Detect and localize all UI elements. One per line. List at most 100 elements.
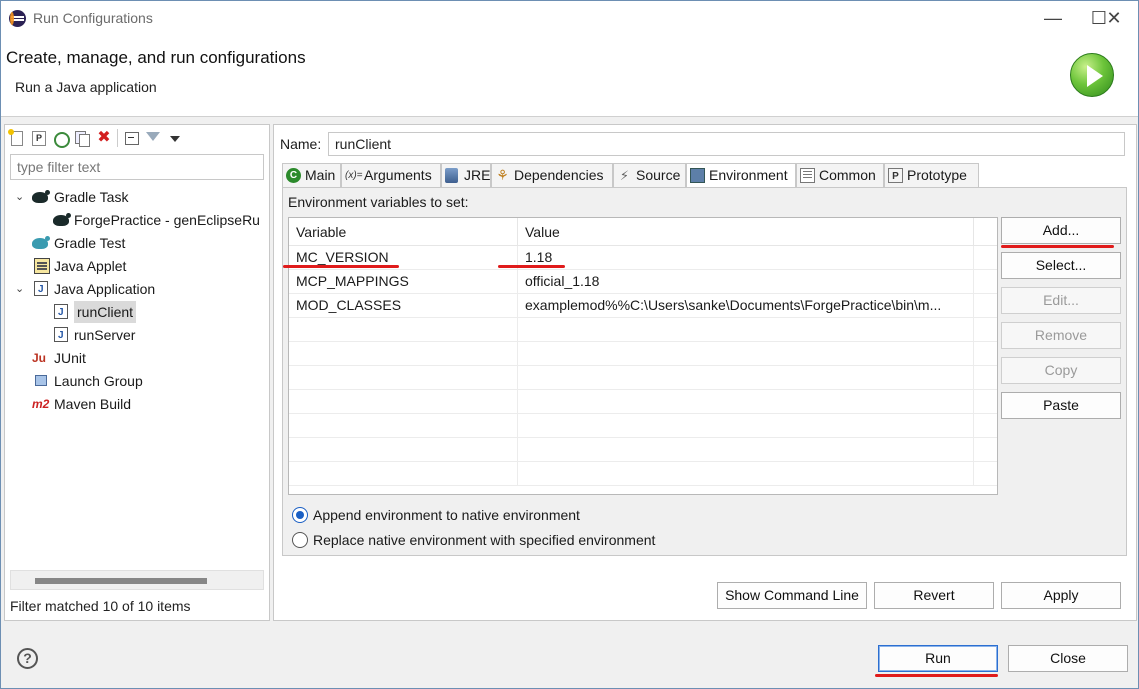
- tab-common[interactable]: Common: [796, 163, 884, 187]
- column-header-value[interactable]: Value: [518, 218, 974, 246]
- cell-filler: [974, 246, 997, 270]
- tree-item-label: JUnit: [54, 350, 86, 366]
- configuration-toolbar: ✖: [7, 127, 184, 149]
- tree-item-label: Launch Group: [54, 373, 143, 389]
- tree-item-label: runServer: [74, 327, 136, 343]
- maven-icon: m2: [32, 397, 50, 411]
- filter-icon[interactable]: [144, 129, 162, 147]
- dialog-subheading: Run a Java application: [15, 79, 157, 95]
- tab-prototype[interactable]: P Prototype: [884, 163, 979, 187]
- radio-indicator[interactable]: [292, 532, 308, 548]
- revert-button[interactable]: Revert: [874, 582, 994, 609]
- tab-environment[interactable]: Environment: [686, 163, 796, 188]
- tab-source[interactable]: ⚡ Source: [613, 163, 686, 187]
- collapse-all-icon[interactable]: [122, 129, 140, 147]
- tree-item-label: Java Applet: [54, 258, 127, 274]
- column-header-variable[interactable]: Variable: [289, 218, 518, 246]
- table-row[interactable]: MOD_CLASSES examplemod%%C:\Users\sanke\D…: [289, 294, 997, 318]
- tab-label: Prototype: [907, 167, 967, 183]
- tree-item-label: Java Application: [54, 281, 156, 297]
- delete-configuration-icon[interactable]: ✖: [95, 129, 113, 147]
- radio-label: Replace native environment with specifie…: [313, 532, 656, 548]
- radio-selected-indicator[interactable]: [292, 507, 308, 523]
- configuration-list-panel: ✖ ⌄ Gradle Task ForgePractice - genEclip…: [4, 124, 270, 621]
- environment-variables-label: Environment variables to set:: [288, 194, 469, 210]
- export-configuration-icon[interactable]: [51, 129, 70, 148]
- new-configuration-icon[interactable]: [7, 129, 25, 147]
- java-app-icon: [54, 302, 68, 324]
- empty-table-row: [289, 462, 997, 486]
- show-command-line-button[interactable]: Show Command Line: [717, 582, 867, 609]
- minimize-button[interactable]: —: [1030, 1, 1076, 36]
- java-app-icon: [54, 325, 68, 347]
- applet-icon: [34, 258, 50, 274]
- edit-button[interactable]: Edit...: [1001, 287, 1121, 314]
- close-button[interactable]: Close: [1008, 645, 1128, 672]
- empty-table-row: [289, 414, 997, 438]
- copy-button[interactable]: Copy: [1001, 357, 1121, 384]
- cell-value: official_1.18: [518, 270, 974, 294]
- select-button[interactable]: Select...: [1001, 252, 1121, 279]
- close-window-button[interactable]: ✕: [1091, 1, 1137, 36]
- run-button[interactable]: Run: [878, 645, 998, 672]
- empty-table-row: [289, 390, 997, 414]
- annotation-underline-variable: [283, 265, 399, 268]
- cell-value: examplemod%%C:\Users\sanke\Documents\For…: [518, 294, 974, 318]
- tab-label: Common: [819, 167, 876, 183]
- tab-label: Arguments: [364, 167, 432, 183]
- tab-dependencies[interactable]: ⚘ Dependencies: [491, 163, 613, 187]
- tab-arguments[interactable]: (x)= Arguments: [341, 163, 441, 187]
- java-app-icon: [34, 279, 48, 301]
- main-icon: C: [286, 168, 301, 183]
- add-button[interactable]: Add...: [1001, 217, 1121, 244]
- arguments-icon: (x)=: [345, 170, 363, 181]
- environment-icon: [690, 168, 705, 183]
- empty-table-row: [289, 342, 997, 366]
- launch-group-icon: [35, 375, 47, 386]
- annotation-underline-run: [875, 674, 998, 677]
- dialog-banner: Create, manage, and run configurations R…: [1, 36, 1138, 117]
- name-label: Name:: [280, 136, 322, 152]
- expand-chevron-icon[interactable]: ⌄: [15, 186, 27, 208]
- source-icon: ⚡: [619, 168, 630, 183]
- empty-table-row: [289, 366, 997, 390]
- paste-button[interactable]: Paste: [1001, 392, 1121, 419]
- empty-table-row: [289, 438, 997, 462]
- configuration-editor-panel: Name: C Main (x)= Arguments JRE ⚘ Depend…: [273, 124, 1137, 621]
- tree-item-label: runClient: [74, 301, 137, 323]
- tree-item-label: Maven Build: [54, 396, 132, 412]
- eclipse-logo-icon: [9, 10, 26, 27]
- tab-bar: C Main (x)= Arguments JRE ⚘ Dependencies…: [282, 163, 1127, 188]
- remove-button[interactable]: Remove: [1001, 322, 1121, 349]
- gradle-icon: [53, 213, 71, 226]
- filter-input[interactable]: [10, 154, 264, 180]
- horizontal-scrollbar[interactable]: [10, 570, 264, 590]
- name-field[interactable]: [328, 132, 1125, 156]
- annotation-underline-add: [1001, 245, 1114, 248]
- duplicate-configuration-icon[interactable]: [73, 129, 91, 147]
- new-prototype-icon[interactable]: [29, 129, 47, 147]
- cell-variable: MOD_CLASSES: [289, 294, 518, 318]
- environment-tab-panel: Environment variables to set: Variable V…: [282, 187, 1127, 556]
- common-icon: [800, 168, 815, 183]
- tab-jre[interactable]: JRE: [441, 163, 491, 187]
- gradle-icon: [32, 236, 50, 249]
- gradle-icon: [32, 190, 50, 203]
- run-icon: [1070, 53, 1114, 97]
- table-row[interactable]: MCP_MAPPINGS official_1.18: [289, 270, 997, 294]
- scrollbar-thumb[interactable]: [35, 578, 207, 584]
- help-icon[interactable]: ?: [17, 648, 38, 669]
- expand-chevron-icon[interactable]: ⌄: [15, 278, 27, 300]
- apply-button[interactable]: Apply: [1001, 582, 1121, 609]
- run-configurations-window: Run Configurations — ☐ ✕ Create, manage,…: [0, 0, 1139, 689]
- filter-status: Filter matched 10 of 10 items: [10, 598, 191, 614]
- cell-variable: MCP_MAPPINGS: [289, 270, 518, 294]
- table-header: Variable Value: [289, 218, 997, 246]
- view-menu-chevron-down-icon[interactable]: [166, 129, 184, 147]
- jre-icon: [445, 168, 458, 183]
- column-header-filler: [974, 218, 997, 246]
- tab-label: Main: [305, 167, 336, 183]
- cell-filler: [974, 270, 997, 294]
- tab-main[interactable]: C Main: [282, 163, 341, 187]
- tree-item-label: Gradle Test: [54, 235, 126, 251]
